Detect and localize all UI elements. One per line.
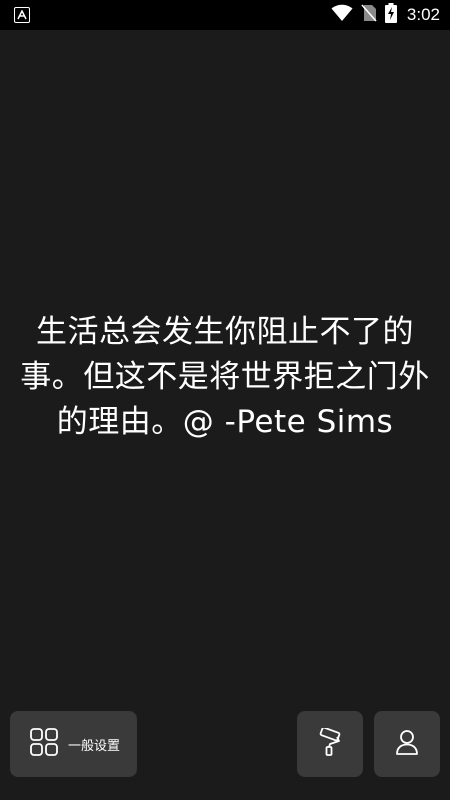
user-icon: [395, 729, 419, 759]
quote-text: 生活总会发生你阻止不了的事。但这不是将世界拒之门外的理由。@ -Pete Sim…: [20, 314, 430, 440]
status-time: 3:02: [406, 5, 440, 24]
profile-button[interactable]: [374, 711, 440, 777]
app-notification-icon: [14, 7, 30, 23]
screen: 3:02 生活总会发生你阻止不了的事。但这不是将世界拒之门外的理由。@ -Pet…: [0, 0, 450, 800]
no-sim-icon: [361, 4, 377, 26]
wifi-icon: [331, 4, 353, 26]
status-bar: 3:02: [0, 0, 450, 30]
paint-roller-icon: [317, 726, 343, 760]
status-icons: 3:02: [331, 3, 440, 27]
quote-container: 生活总会发生你阻止不了的事。但这不是将世界拒之门外的理由。@ -Pete Sim…: [20, 310, 430, 445]
general-settings-label: 一般设置: [68, 738, 121, 754]
theme-button[interactable]: [297, 711, 363, 777]
general-settings-button[interactable]: 一般设置: [10, 711, 137, 777]
grid-icon: [30, 728, 58, 760]
battery-charging-icon: [384, 3, 397, 27]
